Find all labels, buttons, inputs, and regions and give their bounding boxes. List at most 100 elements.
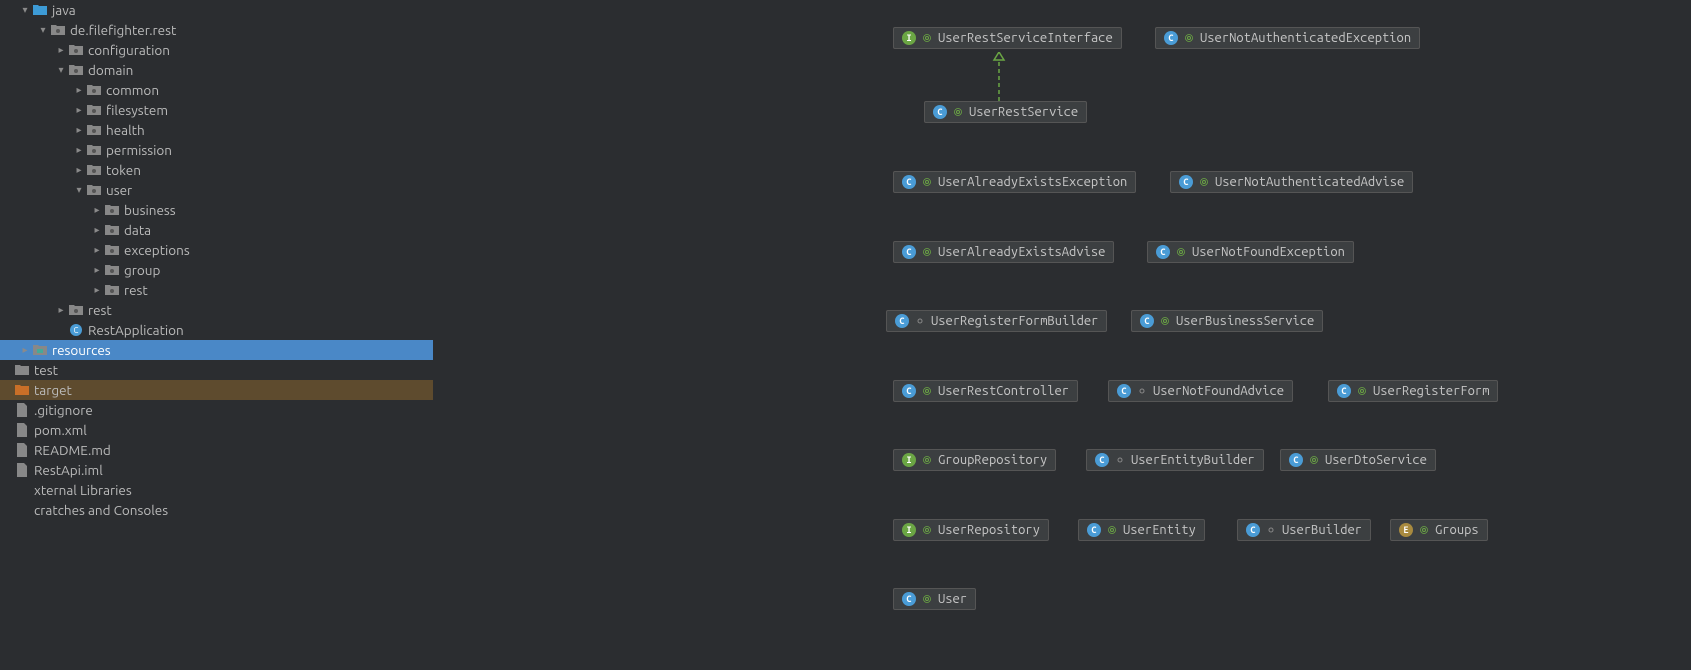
tree-item-java[interactable]: java <box>0 0 433 20</box>
class-box-UserRestController[interactable]: CUserRestController <box>893 380 1078 402</box>
expand-arrow-icon[interactable] <box>18 4 32 16</box>
class-box-UserAlreadyExistsException[interactable]: CUserAlreadyExistsException <box>893 171 1136 193</box>
tree-item-RestApplication[interactable]: CRestApplication <box>0 320 433 340</box>
tree-label: cratches and Consoles <box>34 502 168 518</box>
class-box-UserRestService[interactable]: C UserRestService <box>924 101 1087 123</box>
public-visibility-icon <box>922 386 932 396</box>
expand-arrow-icon[interactable] <box>90 204 104 216</box>
tree-item-business[interactable]: business <box>0 200 433 220</box>
public-visibility-icon <box>1176 247 1186 257</box>
tree-item-token[interactable]: token <box>0 160 433 180</box>
empty-icon <box>14 502 30 518</box>
class-box-UserEntityBuilder[interactable]: CUserEntityBuilder <box>1086 449 1264 471</box>
class-box-UserNotAuthenticatedException[interactable]: CUserNotAuthenticatedException <box>1155 27 1420 49</box>
tree-item-resources[interactable]: resources <box>0 340 433 360</box>
expand-arrow-icon[interactable] <box>54 304 68 316</box>
tree-item-target[interactable]: target <box>0 380 433 400</box>
expand-arrow-icon[interactable] <box>90 244 104 256</box>
tree-item--gitignore[interactable]: .gitignore <box>0 400 433 420</box>
class-box-UserRegisterForm[interactable]: CUserRegisterForm <box>1328 380 1498 402</box>
tree-label: test <box>34 362 58 378</box>
package-icon <box>104 242 120 258</box>
expand-arrow-icon[interactable] <box>90 264 104 276</box>
package-icon <box>68 62 84 78</box>
public-visibility-icon <box>922 455 932 465</box>
type-badge-icon: C <box>902 245 916 259</box>
tree-item-configuration[interactable]: configuration <box>0 40 433 60</box>
tree-item-permission[interactable]: permission <box>0 140 433 160</box>
expand-arrow-icon[interactable] <box>90 284 104 296</box>
folder-icon <box>14 362 30 378</box>
tree-label: data <box>124 222 151 238</box>
file-icon <box>14 402 30 418</box>
tree-item-rest[interactable]: rest <box>0 300 433 320</box>
expand-arrow-icon[interactable] <box>72 124 86 136</box>
expand-arrow-icon[interactable] <box>54 64 68 76</box>
type-badge-icon: C <box>902 175 916 189</box>
class-box-UserNotFoundAdvice[interactable]: CUserNotFoundAdvice <box>1108 380 1293 402</box>
expand-arrow-icon[interactable] <box>72 104 86 116</box>
class-box-UserDtoService[interactable]: CUserDtoService <box>1280 449 1436 471</box>
tree-label: group <box>124 262 160 278</box>
class-box-UserRepository[interactable]: IUserRepository <box>893 519 1049 541</box>
tree-item-user[interactable]: user <box>0 180 433 200</box>
tree-item-README-md[interactable]: README.md <box>0 440 433 460</box>
type-badge-icon: C <box>1246 523 1260 537</box>
class-icon: C <box>68 322 84 338</box>
expand-arrow-icon[interactable] <box>36 24 50 36</box>
class-box-UserBuilder[interactable]: CUserBuilder <box>1237 519 1371 541</box>
tree-item-health[interactable]: health <box>0 120 433 140</box>
public-visibility-icon <box>922 177 932 187</box>
tree-item-cratches-and-Consoles[interactable]: cratches and Consoles <box>0 500 433 520</box>
tree-item-xternal-Libraries[interactable]: xternal Libraries <box>0 480 433 500</box>
package-icon <box>86 162 102 178</box>
class-box-GroupRepository[interactable]: IGroupRepository <box>893 449 1056 471</box>
tree-item-domain[interactable]: domain <box>0 60 433 80</box>
class-name-label: UserRepository <box>938 523 1040 537</box>
class-name-label: UserEntityBuilder <box>1131 453 1255 467</box>
project-tree-sidebar[interactable]: java de.filefighter.rest configurationdoma… <box>0 0 433 670</box>
tree-label: business <box>124 202 176 218</box>
tree-item-filesystem[interactable]: filesystem <box>0 100 433 120</box>
package-icon <box>50 22 66 38</box>
tree-item-group[interactable]: group <box>0 260 433 280</box>
class-name-label: UserRestService <box>969 105 1078 119</box>
expand-arrow-icon[interactable] <box>18 344 32 356</box>
class-box-UserRegisterFormBuilder[interactable]: CUserRegisterFormBuilder <box>886 310 1107 332</box>
type-badge-icon: C <box>933 105 947 119</box>
tree-item-common[interactable]: common <box>0 80 433 100</box>
tree-label: java <box>52 2 76 18</box>
tree-label: user <box>106 182 132 198</box>
class-box-Groups[interactable]: EGroups <box>1390 519 1488 541</box>
expand-arrow-icon[interactable] <box>72 184 86 196</box>
tree-item-de-filefighter-rest[interactable]: de.filefighter.rest <box>0 20 433 40</box>
file-icon <box>14 462 30 478</box>
tree-item-pom-xml[interactable]: pom.xml <box>0 420 433 440</box>
class-box-UserAlreadyExistsAdvise[interactable]: CUserAlreadyExistsAdvise <box>893 241 1114 263</box>
class-box-UserRestServiceInterface[interactable]: IUserRestServiceInterface <box>893 27 1122 49</box>
class-name-label: UserEntity <box>1123 523 1196 537</box>
public-visibility-icon <box>922 33 932 43</box>
tree-label: de.filefighter.rest <box>70 22 176 38</box>
tree-item-rest[interactable]: rest <box>0 280 433 300</box>
class-box-UserEntity[interactable]: CUserEntity <box>1078 519 1205 541</box>
public-visibility-icon <box>1107 525 1117 535</box>
expand-arrow-icon[interactable] <box>90 224 104 236</box>
tree-label: rest <box>124 282 148 298</box>
class-box-UserNotFoundException[interactable]: CUserNotFoundException <box>1147 241 1354 263</box>
package-visibility-icon <box>915 316 925 326</box>
tree-item-RestApi-iml[interactable]: RestApi.iml <box>0 460 433 480</box>
tree-label: target <box>34 382 72 398</box>
tree-item-data[interactable]: data <box>0 220 433 240</box>
class-box-UserBusinessService[interactable]: CUserBusinessService <box>1131 310 1323 332</box>
expand-arrow-icon[interactable] <box>72 144 86 156</box>
class-diagram-canvas[interactable]: IUserRestServiceInterface CUserNotAuthent… <box>433 0 1691 670</box>
class-box-UserNotAuthenticatedAdvise[interactable]: CUserNotAuthenticatedAdvise <box>1170 171 1413 193</box>
tree-item-test[interactable]: test <box>0 360 433 380</box>
tree-item-exceptions[interactable]: exceptions <box>0 240 433 260</box>
expand-arrow-icon[interactable] <box>72 84 86 96</box>
type-badge-icon: E <box>1399 523 1413 537</box>
expand-arrow-icon[interactable] <box>72 164 86 176</box>
expand-arrow-icon[interactable] <box>54 44 68 56</box>
class-box-User[interactable]: CUser <box>893 588 976 610</box>
